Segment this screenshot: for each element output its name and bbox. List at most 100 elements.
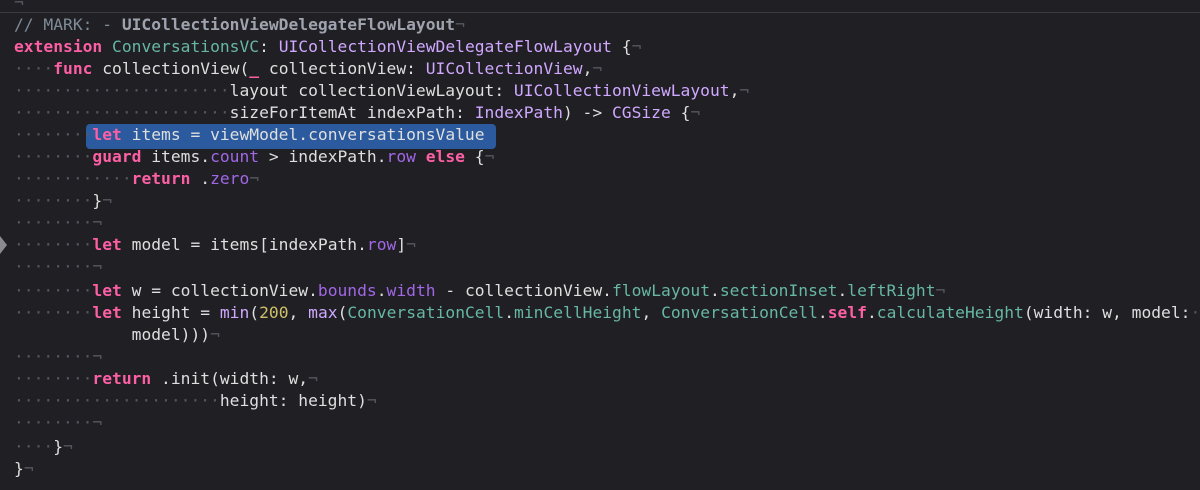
code-token: let [92,281,122,300]
code-token: .init(width: w, [151,369,309,388]
code-token: - collectionView. [435,281,612,300]
code-token: height = [121,303,220,322]
code-token: minCellHeight [514,303,642,322]
code-token: collectionView: [259,59,426,78]
code-token: ¬ [102,191,113,210]
code-line[interactable]: ········¬ [14,256,102,278]
code-token: . [190,169,211,188]
code-token: { [464,147,485,166]
code-token: UICollectionViewDelegateFlowLayout [278,37,612,56]
code-token: collectionView( [92,59,250,78]
code-token: return [92,369,152,388]
code-line[interactable]: ······················sizeForItemAt inde… [14,102,700,124]
code-line[interactable]: model)))¬ [14,324,220,346]
code-token: IndexPath [474,103,563,122]
code-token: ¬ [249,169,260,188]
code-line[interactable]: ······················layout collectionV… [14,80,749,102]
code-token: ········ [14,303,93,322]
code-token: ···· [14,59,54,78]
code-token: ) -> [562,103,612,122]
code-token: zero [210,169,250,188]
code-token: ¬ [935,281,946,300]
code-token: ¬ [455,15,465,34]
code-token: // MARK: - [14,15,122,34]
code-token: . [817,303,828,322]
code-line[interactable]: ····func collectionView(_ collectionView… [14,58,602,80]
code-line[interactable]: ········}¬ [14,190,112,212]
code-token: width [386,281,436,300]
code-token: else [425,147,465,166]
code-token: let [92,303,122,322]
code-token: ¬ [592,59,603,78]
code-token: min [219,303,250,322]
code-token: items. [141,147,211,166]
code-token: let [92,125,122,144]
code-line[interactable]: extension ConversationsVC: UICollectionV… [14,36,641,58]
code-line[interactable]: ········let height = min(200, max(Conver… [14,302,1200,324]
code-token: self [827,303,867,322]
code-line[interactable]: ············return .zero¬ [14,168,259,190]
code-token: row [366,235,397,254]
code-token: ········ [14,147,93,166]
code-token: . [376,281,387,300]
code-token: . [866,303,877,322]
code-line[interactable]: ········guard items.count > indexPath.ro… [14,146,494,168]
code-line[interactable]: ········let model = items[indexPath.row]… [14,234,416,256]
code-token: . [710,281,720,300]
code-token: row [386,147,416,166]
code-token: ········¬ [14,213,103,232]
code-line[interactable]: }¬ [14,458,34,480]
code-token: { [611,37,632,56]
code-line[interactable]: // MARK: - UICollectionViewDelegateFlowL… [14,14,465,36]
code-token: } [92,191,103,210]
code-token: UICollectionViewDelegateFlowLayout [121,15,456,34]
code-token: (width: w, model: [1023,303,1191,322]
code-token: } [53,437,64,456]
code-token: CGSize [611,103,671,122]
code-token: ] [396,235,407,254]
code-token: ¬ [631,37,642,56]
code-token: calculateHeight [876,303,1024,322]
code-token: ¬ [23,459,34,478]
code-token: ········ [14,235,93,254]
code-token: count [210,147,260,166]
code-token: UICollectionView [425,59,583,78]
code-line[interactable]: ········¬ [14,212,102,234]
code-token: , [729,81,740,100]
code-token: extension [14,37,103,56]
code-token: ····················· [14,391,220,410]
code-token: _ [249,59,260,78]
code-token: ( [249,303,260,322]
code-token: ¬ [210,325,220,344]
code-token: ········ [14,191,93,210]
code-token: ········ [14,281,93,300]
gutter-disclosure-icon[interactable] [0,236,7,254]
code-token: ¬ [406,235,416,254]
code-line[interactable]: ········¬ [14,412,102,434]
code-line[interactable]: ········let w = collectionView.bounds.wi… [14,280,945,302]
code-line[interactable]: ¬ [14,0,24,14]
code-line[interactable]: ·····················height: height)¬ [14,390,377,412]
code-token: return [131,169,191,188]
code-token: max [308,303,338,322]
code-line[interactable]: ········¬ [14,346,102,368]
code-token: bounds [317,281,377,300]
code-token: ConversationCell [661,303,818,322]
code-token: : [259,37,279,56]
code-editor[interactable]: ¬// MARK: - UICollectionViewDelegateFlow… [0,0,1200,490]
code-token: ¬ [739,81,750,100]
code-token: items = viewModel.conversationsValue [121,125,485,144]
code-token: > indexPath. [259,147,387,166]
code-token: layout collectionViewLayout: [229,81,514,100]
code-line[interactable]: ········let items = viewModel.conversati… [14,124,485,146]
code-token: func [53,59,93,78]
code-token: ········ [14,125,93,144]
code-line[interactable]: ········return .init(width: w,¬ [14,368,318,390]
code-line[interactable]: ····}¬ [14,436,73,458]
code-token: ······················ [14,81,230,100]
code-token: ········¬ [14,257,103,276]
code-token: { [670,103,691,122]
